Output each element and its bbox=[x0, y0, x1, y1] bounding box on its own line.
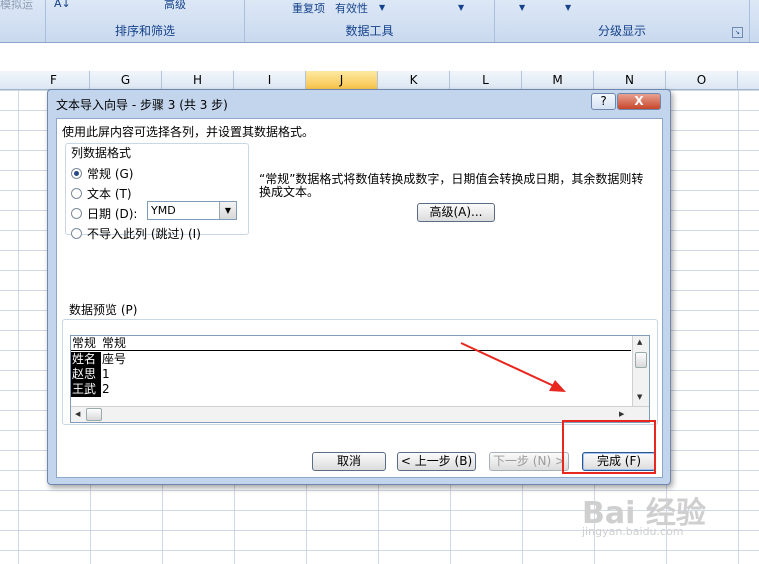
annotation-arrow-line bbox=[460, 342, 557, 388]
annotation-highlight-box bbox=[562, 420, 656, 474]
annotation-arrow-layer bbox=[460, 342, 566, 392]
baidu-watermark-url: jingyan.baidu.com bbox=[582, 525, 684, 538]
